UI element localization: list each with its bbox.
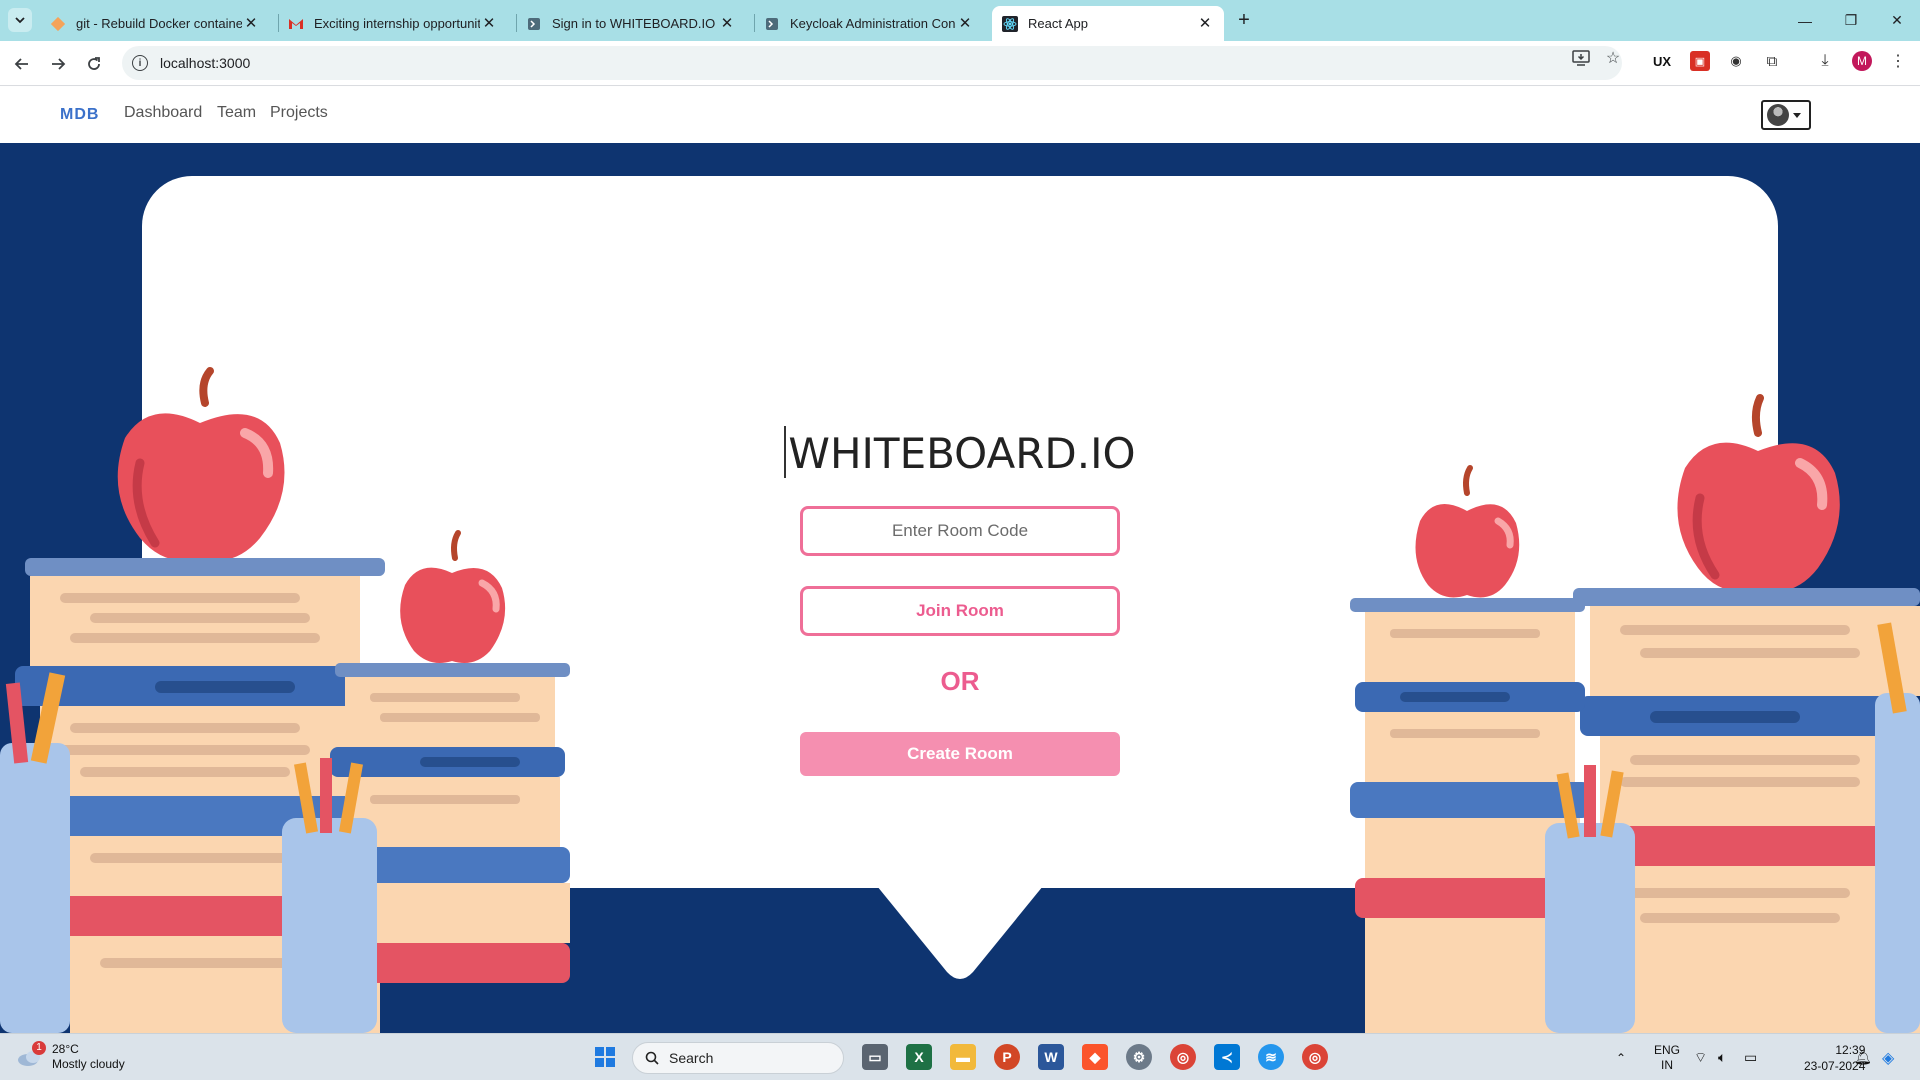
- brave-browser-icon[interactable]: ◆: [1082, 1044, 1108, 1070]
- close-tab-icon[interactable]: ✕: [718, 15, 736, 33]
- restore-window-icon[interactable]: ❐: [1828, 0, 1874, 41]
- volume-icon[interactable]: 🔈︎: [1718, 1034, 1726, 1080]
- powerpoint-icon[interactable]: P: [994, 1044, 1020, 1070]
- tab-title: Sign in to WHITEBOARD.IO: [552, 16, 716, 31]
- close-tab-icon[interactable]: ✕: [1196, 15, 1214, 33]
- copilot-icon[interactable]: ◈: [1882, 1034, 1894, 1080]
- close-tab-icon[interactable]: ✕: [956, 15, 974, 33]
- file-explorer-icon[interactable]: ▬: [950, 1044, 976, 1070]
- tab-search-button[interactable]: [8, 8, 32, 32]
- more-menu-icon[interactable]: ⋮: [1888, 51, 1908, 71]
- apple-illustration: [1415, 465, 1520, 598]
- text-cursor: [784, 426, 787, 478]
- wifi-icon[interactable]: ⌔: [1694, 1034, 1707, 1080]
- weather-temperature: 28°C: [52, 1042, 79, 1056]
- caret-down-icon: [1793, 112, 1801, 118]
- close-tab-icon[interactable]: ✕: [480, 15, 498, 33]
- ux-extension-icon[interactable]: UX: [1652, 51, 1672, 71]
- react-favicon-icon: [1002, 15, 1018, 32]
- browser-tab-strip: git - Rebuild Docker container o ✕ Excit…: [0, 0, 1920, 41]
- bookmark-star-icon[interactable]: ☆: [1604, 49, 1622, 67]
- chevron-down-icon: [15, 17, 25, 24]
- books-and-apples-illustration-left: [0, 367, 570, 1033]
- reload-icon[interactable]: [80, 50, 108, 78]
- keycloak-favicon-icon: [764, 16, 780, 32]
- browser-tab-gmail[interactable]: Exciting internship opportunity ✕: [278, 6, 508, 41]
- show-hidden-icons-chevron-icon[interactable]: ⌃: [1616, 1034, 1626, 1080]
- red-extension-icon[interactable]: ▣: [1690, 51, 1710, 71]
- weather-widget[interactable]: 1 28°C Mostly cloudy: [16, 1041, 125, 1072]
- battery-icon[interactable]: ▭: [1744, 1034, 1757, 1080]
- room-code-input[interactable]: [800, 506, 1120, 556]
- nav-link-team[interactable]: Team: [217, 104, 256, 122]
- speech-bubble-pointer: [877, 886, 1043, 979]
- chrome-profile-icon[interactable]: ◎: [1302, 1044, 1328, 1070]
- browser-tab-sign-in[interactable]: Sign in to WHITEBOARD.IO ✕: [516, 6, 746, 41]
- language-indicator[interactable]: ENG IN: [1654, 1034, 1680, 1080]
- apple-illustration: [117, 367, 285, 561]
- cloudy-weather-icon: 1: [16, 1041, 46, 1067]
- address-bar[interactable]: i localhost:3000: [122, 46, 1622, 80]
- chrome-icon[interactable]: ◎: [1170, 1044, 1196, 1070]
- new-tab-button[interactable]: +: [1232, 9, 1256, 33]
- word-icon[interactable]: W: [1038, 1044, 1064, 1070]
- docker-icon[interactable]: ≋: [1258, 1044, 1284, 1070]
- region-code: IN: [1661, 1057, 1673, 1072]
- install-app-icon[interactable]: [1572, 49, 1590, 67]
- gmail-favicon-icon: [288, 16, 304, 32]
- or-separator: OR: [940, 666, 980, 696]
- back-icon[interactable]: [8, 50, 36, 78]
- nav-link-projects[interactable]: Projects: [270, 104, 328, 122]
- search-icon: [645, 1051, 659, 1065]
- keycloak-favicon-icon: [526, 16, 542, 32]
- windows-taskbar: 1 28°C Mostly cloudy Search ▭ X ▬ P W ◆ …: [0, 1033, 1920, 1080]
- language-code: ENG: [1654, 1042, 1681, 1057]
- tab-title: Exciting internship opportunity: [314, 16, 480, 31]
- ghost-extension-icon[interactable]: ◉: [1726, 51, 1746, 71]
- url-text: localhost:3000: [160, 55, 251, 71]
- profile-avatar[interactable]: M: [1852, 51, 1872, 71]
- puzzle-extensions-icon[interactable]: ⧉: [1762, 51, 1782, 71]
- excel-icon[interactable]: X: [906, 1044, 932, 1070]
- browser-tab-react-app[interactable]: React App ✕: [992, 6, 1224, 41]
- weather-alert-badge: 1: [32, 1041, 46, 1055]
- avatar: [1767, 104, 1789, 126]
- browser-tab-git[interactable]: git - Rebuild Docker container o ✕: [40, 6, 270, 41]
- app-navbar: MDB Dashboard Team Projects: [0, 87, 1920, 143]
- brand-logo[interactable]: MDB: [60, 106, 99, 124]
- browser-tab-keycloak[interactable]: Keycloak Administration Consol ✕: [754, 6, 984, 41]
- search-label: Search: [669, 1050, 714, 1066]
- close-window-icon[interactable]: ✕: [1874, 0, 1920, 41]
- books-and-apples-illustration-right: [1350, 394, 1920, 1033]
- task-view-icon[interactable]: ▭: [862, 1044, 888, 1070]
- download-icon[interactable]: ⤓: [1815, 51, 1835, 71]
- join-room-button[interactable]: Join Room: [800, 586, 1120, 636]
- forward-icon[interactable]: [44, 50, 72, 78]
- close-tab-icon[interactable]: ✕: [242, 15, 260, 33]
- git-favicon-icon: [50, 16, 66, 32]
- tab-title: Keycloak Administration Consol: [790, 16, 956, 31]
- apple-illustration: [1677, 394, 1840, 593]
- landing-background: WHITEBOARD.IO Join Room OR Create Room: [0, 143, 1920, 1033]
- user-avatar-dropdown[interactable]: [1761, 100, 1811, 130]
- minimize-window-icon[interactable]: —: [1782, 0, 1828, 41]
- tab-title: git - Rebuild Docker container o: [76, 16, 242, 31]
- tab-title: React App: [1028, 16, 1088, 31]
- vscode-icon[interactable]: ≺: [1214, 1044, 1240, 1070]
- settings-gear-icon[interactable]: ⚙: [1126, 1044, 1152, 1070]
- browser-toolbar: i localhost:3000 ☆ UX ▣ ◉ ⧉ ⤓ M ⋮: [0, 41, 1920, 86]
- weather-description: Mostly cloudy: [52, 1057, 125, 1071]
- taskbar-search-box[interactable]: Search: [632, 1042, 844, 1074]
- create-room-button[interactable]: Create Room: [800, 732, 1120, 776]
- site-info-icon[interactable]: i: [132, 55, 148, 71]
- windows-start-icon[interactable]: [592, 1044, 618, 1070]
- notification-bell-icon[interactable]: 🔔︎: [1854, 1034, 1872, 1080]
- page-title-text: WHITEBOARD.IO: [788, 429, 1136, 478]
- nav-link-dashboard[interactable]: Dashboard: [124, 104, 202, 122]
- apple-illustration: [400, 530, 506, 664]
